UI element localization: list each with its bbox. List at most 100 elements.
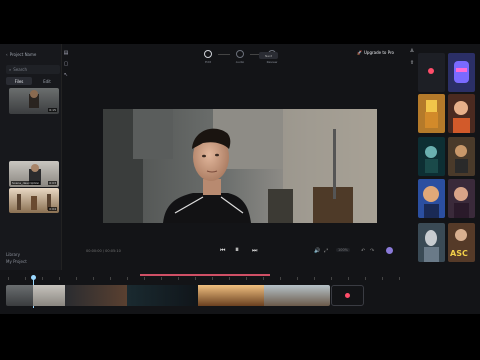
timeline-clip[interactable]: [6, 285, 33, 306]
right-toolbar: ♙ ⇪: [408, 48, 416, 66]
clip-duration: 0:15: [48, 108, 57, 112]
upgrade-label: Upgrade to Pro: [363, 50, 394, 55]
style-image: [448, 94, 475, 133]
next-label: Next: [265, 53, 272, 58]
person-icon[interactable]: ♙: [410, 48, 414, 54]
ruler-tick: [8, 277, 9, 280]
media-clip[interactable]: Scene_description 0:03: [9, 161, 59, 187]
add-style-tile[interactable]: [418, 53, 445, 92]
redo-icon[interactable]: ↷: [370, 248, 374, 254]
step-edit[interactable]: Edit: [198, 50, 218, 64]
ruler-tick: [280, 277, 281, 280]
next-button[interactable]: Next: [259, 52, 278, 59]
ruler-tick: [93, 277, 94, 280]
style-image: [418, 137, 445, 176]
media-clip[interactable]: 0:04: [9, 188, 59, 213]
ruler-tick: [229, 277, 230, 280]
timeline-clip[interactable]: [33, 285, 65, 306]
ruler-tick: [246, 277, 247, 280]
style-thumbnail[interactable]: [418, 179, 445, 218]
my-project-link[interactable]: My Project: [6, 259, 27, 264]
clip-duration: 0:04: [48, 207, 57, 211]
ai-assist-icon[interactable]: [386, 247, 393, 254]
rocket-icon: 🚀: [357, 50, 362, 55]
ruler-tick: [263, 277, 264, 280]
tab-files-label: Files: [14, 78, 24, 84]
ruler-tick: [178, 277, 179, 280]
upgrade-button[interactable]: 🚀 Upgrade to Pro: [357, 50, 394, 55]
project-label: Project Name: [9, 52, 37, 57]
style-thumbnail[interactable]: [448, 179, 475, 218]
cursor-icon[interactable]: ↖: [64, 72, 68, 78]
tab-files[interactable]: Files: [6, 77, 32, 85]
search-icon: ⌕: [9, 67, 12, 72]
add-clip-button[interactable]: [331, 285, 364, 306]
upload-icon[interactable]: ⇪: [410, 60, 414, 66]
layers-icon[interactable]: ▢: [64, 61, 69, 67]
add-icon: [345, 293, 350, 298]
ruler-tick: [212, 277, 213, 280]
tab-edit[interactable]: Edit: [34, 77, 60, 85]
volume-icon[interactable]: 🔊: [314, 248, 320, 254]
timeline-clip[interactable]: [198, 285, 264, 306]
style-caption: ASC: [450, 249, 468, 258]
timeline-clip[interactable]: [127, 285, 198, 306]
style-thumbnail[interactable]: [448, 94, 475, 133]
library-label: Library: [6, 252, 20, 257]
undo-icon[interactable]: ↶: [361, 248, 365, 254]
style-thumbnail[interactable]: ASC: [448, 223, 475, 262]
clip-duration: 0:03: [48, 181, 57, 185]
style-panel: ♙ ⇪ ASC: [408, 44, 480, 270]
media-panel: ‹ Project Name ⌕ Search Files Edit 0:15 …: [0, 44, 62, 270]
ruler-tick: [161, 277, 162, 280]
ruler-tick: [110, 277, 111, 280]
ruler-tick: [314, 277, 315, 280]
video-preview[interactable]: [103, 109, 377, 223]
timeline-ruler[interactable]: [0, 274, 480, 282]
step-label: Review: [266, 60, 278, 64]
media-clip[interactable]: 0:15: [9, 88, 59, 114]
timeline-clip[interactable]: [264, 285, 330, 306]
style-thumbnail[interactable]: [448, 53, 475, 92]
my-project-label: My Project: [6, 259, 27, 264]
step-label: Edit: [205, 60, 211, 64]
skip-back-icon[interactable]: ⏮: [220, 247, 225, 255]
ruler-tick: [399, 277, 400, 280]
timeline-clip[interactable]: [65, 285, 127, 306]
fullscreen-icon[interactable]: ⤢: [324, 248, 328, 254]
ruler-tick: [195, 277, 196, 280]
ruler-tick: [382, 277, 383, 280]
style-thumbnail[interactable]: [418, 94, 445, 133]
back-icon[interactable]: ‹: [6, 52, 8, 57]
ruler-tick: [331, 277, 332, 280]
pause-button[interactable]: ⏸: [235, 245, 239, 255]
ruler-tick: [25, 277, 26, 280]
ruler-tick: [144, 277, 145, 280]
timecode: 00:00:00 / 00:05:10: [86, 249, 121, 253]
editor-app: ‹ Project Name ⌕ Search Files Edit 0:15 …: [0, 44, 480, 314]
style-thumbnail[interactable]: [418, 137, 445, 176]
project-name[interactable]: ‹ Project Name: [6, 50, 60, 59]
add-icon: [428, 68, 434, 74]
ruler-tick: [42, 277, 43, 280]
step-dot: [236, 50, 244, 58]
skip-forward-icon[interactable]: ⏭: [252, 247, 257, 255]
style-image: [418, 179, 445, 218]
style-thumbnail[interactable]: [448, 137, 475, 176]
file-icon[interactable]: ▤: [64, 50, 69, 56]
step-audio[interactable]: Audio: [230, 50, 250, 64]
ruler-tick: [59, 277, 60, 280]
search-input[interactable]: ⌕ Search: [6, 65, 60, 74]
search-placeholder: Search: [13, 67, 27, 72]
step-connector: [218, 54, 230, 55]
tab-edit-label: Edit: [43, 78, 51, 84]
ruler-tick: [365, 277, 366, 280]
library-link[interactable]: Library: [6, 252, 20, 257]
ruler-tick: [127, 277, 128, 280]
step-dot: [204, 50, 212, 58]
video-track[interactable]: [6, 285, 330, 306]
style-thumbnail[interactable]: [418, 223, 445, 262]
style-image: [448, 137, 475, 176]
zoom-select[interactable]: 100%: [336, 248, 351, 252]
style-image: [448, 179, 475, 218]
